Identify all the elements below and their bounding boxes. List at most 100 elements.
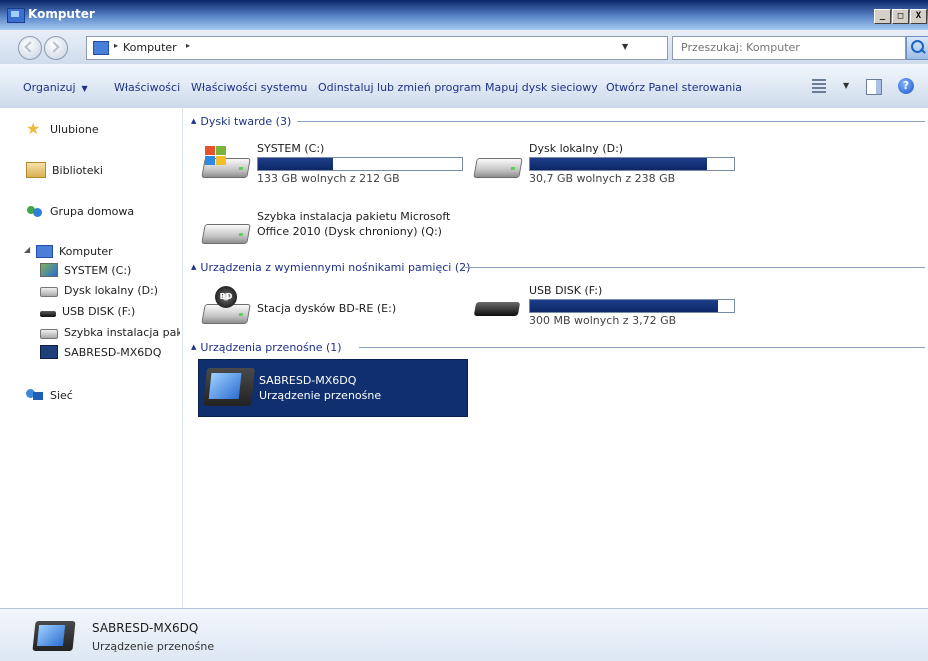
sidebar-item-label: SYSTEM (C:) xyxy=(64,263,132,277)
sidebar-item-device[interactable]: SABRESD-MX6DQ xyxy=(40,344,180,360)
sidebar-item-local-d[interactable]: Dysk lokalny (D:) xyxy=(40,282,180,298)
drive-usage-fill xyxy=(258,158,334,170)
forward-button[interactable] xyxy=(44,36,68,60)
sidebar-item-homegroup[interactable]: Grupa domowa xyxy=(26,202,134,220)
details-name: SABRESD-MX6DQ xyxy=(92,621,199,635)
group-header-removable[interactable]: ▲ Urządzenia z wymiennymi nośnikami pami… xyxy=(191,260,470,274)
bd-drive-icon: BD xyxy=(201,286,251,324)
usb-drive-icon xyxy=(473,288,523,324)
uninstall-button[interactable]: Odinstaluj lub zmień program xyxy=(318,81,481,94)
sidebar-item-libraries[interactable]: Biblioteki xyxy=(26,161,103,179)
homegroup-icon xyxy=(26,204,44,218)
drive-usage-bar xyxy=(529,299,735,313)
title-bar: Komputer _ □ X xyxy=(0,0,928,30)
sidebar-item-label: Sieć xyxy=(50,388,73,402)
collapse-icon[interactable]: ▲ xyxy=(191,117,196,125)
sidebar-item-label: USB DISK (F:) xyxy=(62,304,136,318)
view-options-icon[interactable] xyxy=(812,79,826,93)
sidebar-item-label: Grupa domowa xyxy=(50,204,135,218)
breadcrumb-computer[interactable]: Komputer xyxy=(123,41,177,54)
sidebar-item-favorites[interactable]: Ulubione xyxy=(26,119,99,138)
sidebar-item-system-c[interactable]: SYSTEM (C:) xyxy=(40,262,180,278)
close-button[interactable]: X xyxy=(910,9,927,24)
drive-name-line1: Szybka instalacja pakietu Microsoft xyxy=(257,210,451,223)
device-type: Urządzenie przenośne xyxy=(259,389,382,402)
minimize-button[interactable]: _ xyxy=(874,9,891,24)
portable-device-icon xyxy=(203,368,255,406)
drive-usage-bar xyxy=(529,157,735,171)
map-drive-button[interactable]: Mapuj dysk sieciowy xyxy=(485,81,598,94)
device-icon xyxy=(40,345,58,359)
group-divider xyxy=(465,267,925,268)
search-icon[interactable] xyxy=(906,36,928,60)
sidebar-item-usb-f[interactable]: USB DISK (F:) xyxy=(40,303,180,319)
drive-usage-fill xyxy=(530,300,718,312)
sidebar-item-label: Biblioteki xyxy=(52,163,103,177)
details-type: Urządzenie przenośne xyxy=(92,640,215,653)
group-divider xyxy=(297,121,925,122)
address-field[interactable]: ▸ Komputer ▸ ▼ ↔ xyxy=(86,36,741,60)
sidebar-item-label: Dysk lokalny (D:) xyxy=(64,283,159,297)
collapse-icon[interactable]: ▲ xyxy=(191,343,196,351)
drive-name: Dysk lokalny (D:) xyxy=(529,142,624,155)
sidebar-item-office-q[interactable]: Szybka instalacja pakietu xyxy=(40,324,180,340)
chevron-down-icon[interactable]: ▼ xyxy=(843,81,849,90)
chevron-right-icon[interactable]: ▸ xyxy=(186,41,190,50)
drive-tile-system-c[interactable]: SYSTEM (C:) 133 GB wolnych z 212 GB xyxy=(201,142,471,188)
search-input[interactable] xyxy=(679,40,903,55)
help-icon[interactable]: ? xyxy=(898,78,914,94)
back-button[interactable] xyxy=(18,36,42,60)
control-panel-button[interactable]: Otwórz Panel sterowania xyxy=(606,81,742,94)
windows-drive-icon xyxy=(201,146,251,182)
drive-tile-office-q[interactable]: Szybka instalacja pakietu Microsoft Offi… xyxy=(201,208,501,254)
command-bar: Organizuj ▼ Właściwości Właściwości syste… xyxy=(0,64,928,109)
drive-tile-usb-f[interactable]: USB DISK (F:) 300 MB wolnych z 3,72 GB xyxy=(473,284,743,330)
group-header-portable[interactable]: ▲ Urządzenia przenośne (1) xyxy=(191,340,342,354)
drive-name: SYSTEM (C:) xyxy=(257,142,325,155)
drive-tile-bd-e[interactable]: BD Stacja dysków BD-RE (E:) xyxy=(201,282,471,328)
sidebar-item-label: SABRESD-MX6DQ xyxy=(64,345,162,359)
search-field[interactable] xyxy=(672,36,906,60)
group-divider xyxy=(359,347,925,348)
organize-label: Organizuj xyxy=(23,81,76,94)
drive-free-space: 300 MB wolnych z 3,72 GB xyxy=(529,314,677,327)
device-tile-sabresd[interactable]: SABRESD-MX6DQ Urządzenie przenośne xyxy=(198,359,468,417)
sidebar-item-network[interactable]: Sieć xyxy=(26,386,73,404)
computer-icon xyxy=(7,8,25,23)
sidebar-item-label: Komputer xyxy=(59,244,113,258)
properties-button[interactable]: Właściwości xyxy=(114,81,180,94)
chevron-right-icon[interactable]: ▸ xyxy=(114,41,118,50)
network-icon xyxy=(26,388,44,402)
system-properties-button[interactable]: Właściwości systemu xyxy=(191,81,307,94)
sidebar-item-computer[interactable]: Komputer xyxy=(36,242,113,260)
preview-pane-icon[interactable] xyxy=(866,79,882,95)
computer-icon xyxy=(36,244,53,258)
chevron-down-icon[interactable]: ◢ xyxy=(24,245,30,254)
star-icon xyxy=(26,119,44,138)
sidebar-item-label: Szybka instalacja pakietu xyxy=(64,325,180,339)
maximize-button[interactable]: □ xyxy=(892,9,909,24)
organize-button[interactable]: Organizuj ▼ xyxy=(23,81,88,94)
sidebar-item-label: Ulubione xyxy=(50,122,99,136)
portable-device-icon xyxy=(32,621,76,651)
drive-icon xyxy=(40,329,58,339)
drive-free-space: 133 GB wolnych z 212 GB xyxy=(257,172,400,185)
group-label: Urządzenia z wymiennymi nośnikami pamięc… xyxy=(200,260,471,274)
chevron-down-icon[interactable]: ▼ xyxy=(622,42,628,51)
drive-icon xyxy=(473,146,523,182)
drive-name: Stacja dysków BD-RE (E:) xyxy=(257,302,397,315)
collapse-icon[interactable]: ▲ xyxy=(191,263,196,271)
drive-name: USB DISK (F:) xyxy=(529,284,603,297)
drive-tile-local-d[interactable]: Dysk lokalny (D:) 30,7 GB wolnych z 238 … xyxy=(473,142,743,188)
drive-icon xyxy=(40,287,58,297)
library-icon xyxy=(26,162,46,178)
details-pane: SABRESD-MX6DQ Urządzenie przenośne xyxy=(0,608,928,661)
bd-disc-icon: BD xyxy=(215,286,237,308)
group-header-hard-disks[interactable]: ▲ Dyski twarde (3) xyxy=(191,114,291,128)
content-pane: ▲ Dyski twarde (3) SYSTEM (C:) 133 GB wo… xyxy=(183,108,928,608)
chevron-down-icon: ▼ xyxy=(81,84,88,93)
drive-name-line2: Office 2010 (Dysk chroniony) (Q:) xyxy=(257,225,442,238)
navigation-pane: Ulubione Biblioteki Grupa domowa ◢ Kompu… xyxy=(0,108,183,608)
drive-icon xyxy=(201,212,251,248)
drive-usage-fill xyxy=(530,158,708,170)
